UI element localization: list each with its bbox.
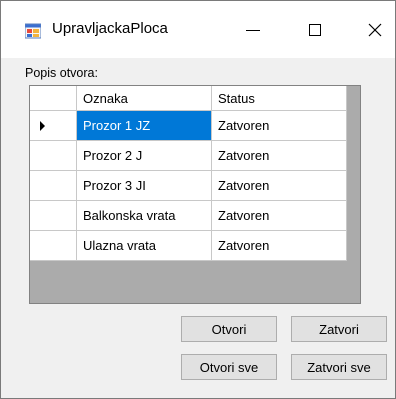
row-header[interactable] bbox=[30, 110, 77, 141]
maximize-icon bbox=[309, 24, 321, 36]
close-all-button[interactable]: Zatvori sve bbox=[291, 354, 387, 380]
cell-oznaka[interactable]: Balkonska vrata bbox=[76, 200, 212, 231]
grid-header-row: Oznaka Status bbox=[30, 86, 347, 111]
cell-oznaka[interactable]: Prozor 2 J bbox=[76, 140, 212, 171]
cell-oznaka[interactable]: Prozor 3 JI bbox=[76, 170, 212, 201]
table-row[interactable]: Balkonska vrata Zatvoren bbox=[30, 200, 347, 231]
open-button[interactable]: Otvori bbox=[181, 316, 277, 342]
row-header[interactable] bbox=[30, 230, 77, 261]
column-header-oznaka[interactable]: Oznaka bbox=[76, 86, 212, 111]
minimize-button[interactable] bbox=[231, 13, 275, 47]
table-row[interactable]: Prozor 3 JI Zatvoren bbox=[30, 170, 347, 201]
current-row-arrow-icon bbox=[40, 120, 45, 131]
cell-oznaka[interactable]: Prozor 1 JZ bbox=[76, 110, 212, 141]
close-icon bbox=[368, 23, 382, 37]
table-row[interactable]: Prozor 2 J Zatvoren bbox=[30, 140, 347, 171]
window-title: UpravljackaPloca bbox=[52, 20, 168, 37]
close-opening-button[interactable]: Zatvori bbox=[291, 316, 387, 342]
row-header[interactable] bbox=[30, 200, 77, 231]
cell-oznaka[interactable]: Ulazna vrata bbox=[76, 230, 212, 261]
column-header-status[interactable]: Status bbox=[211, 86, 347, 111]
title-bar[interactable]: UpravljackaPloca bbox=[1, 1, 395, 58]
cell-status[interactable]: Zatvoren bbox=[211, 200, 347, 231]
row-header[interactable] bbox=[30, 170, 77, 201]
cell-status[interactable]: Zatvoren bbox=[211, 110, 347, 141]
cell-status[interactable]: Zatvoren bbox=[211, 230, 347, 261]
open-all-button[interactable]: Otvori sve bbox=[181, 354, 277, 380]
cell-status[interactable]: Zatvoren bbox=[211, 140, 347, 171]
openings-grid[interactable]: Oznaka Status Prozor 1 JZ Zatvoren Prozo… bbox=[29, 85, 361, 304]
cell-status[interactable]: Zatvoren bbox=[211, 170, 347, 201]
row-header-corner[interactable] bbox=[30, 86, 77, 111]
minimize-icon bbox=[246, 29, 260, 31]
windows-form-icon bbox=[25, 23, 41, 39]
close-button[interactable] bbox=[353, 13, 396, 47]
table-row[interactable]: Prozor 1 JZ Zatvoren bbox=[30, 110, 347, 141]
maximize-button[interactable] bbox=[293, 13, 337, 47]
openings-table: Oznaka Status Prozor 1 JZ Zatvoren Prozo… bbox=[30, 86, 347, 261]
main-window: UpravljackaPloca Popis otvora: Oznaka St… bbox=[0, 0, 396, 399]
openings-list-label: Popis otvora: bbox=[25, 66, 98, 80]
row-header[interactable] bbox=[30, 140, 77, 171]
table-row[interactable]: Ulazna vrata Zatvoren bbox=[30, 230, 347, 261]
